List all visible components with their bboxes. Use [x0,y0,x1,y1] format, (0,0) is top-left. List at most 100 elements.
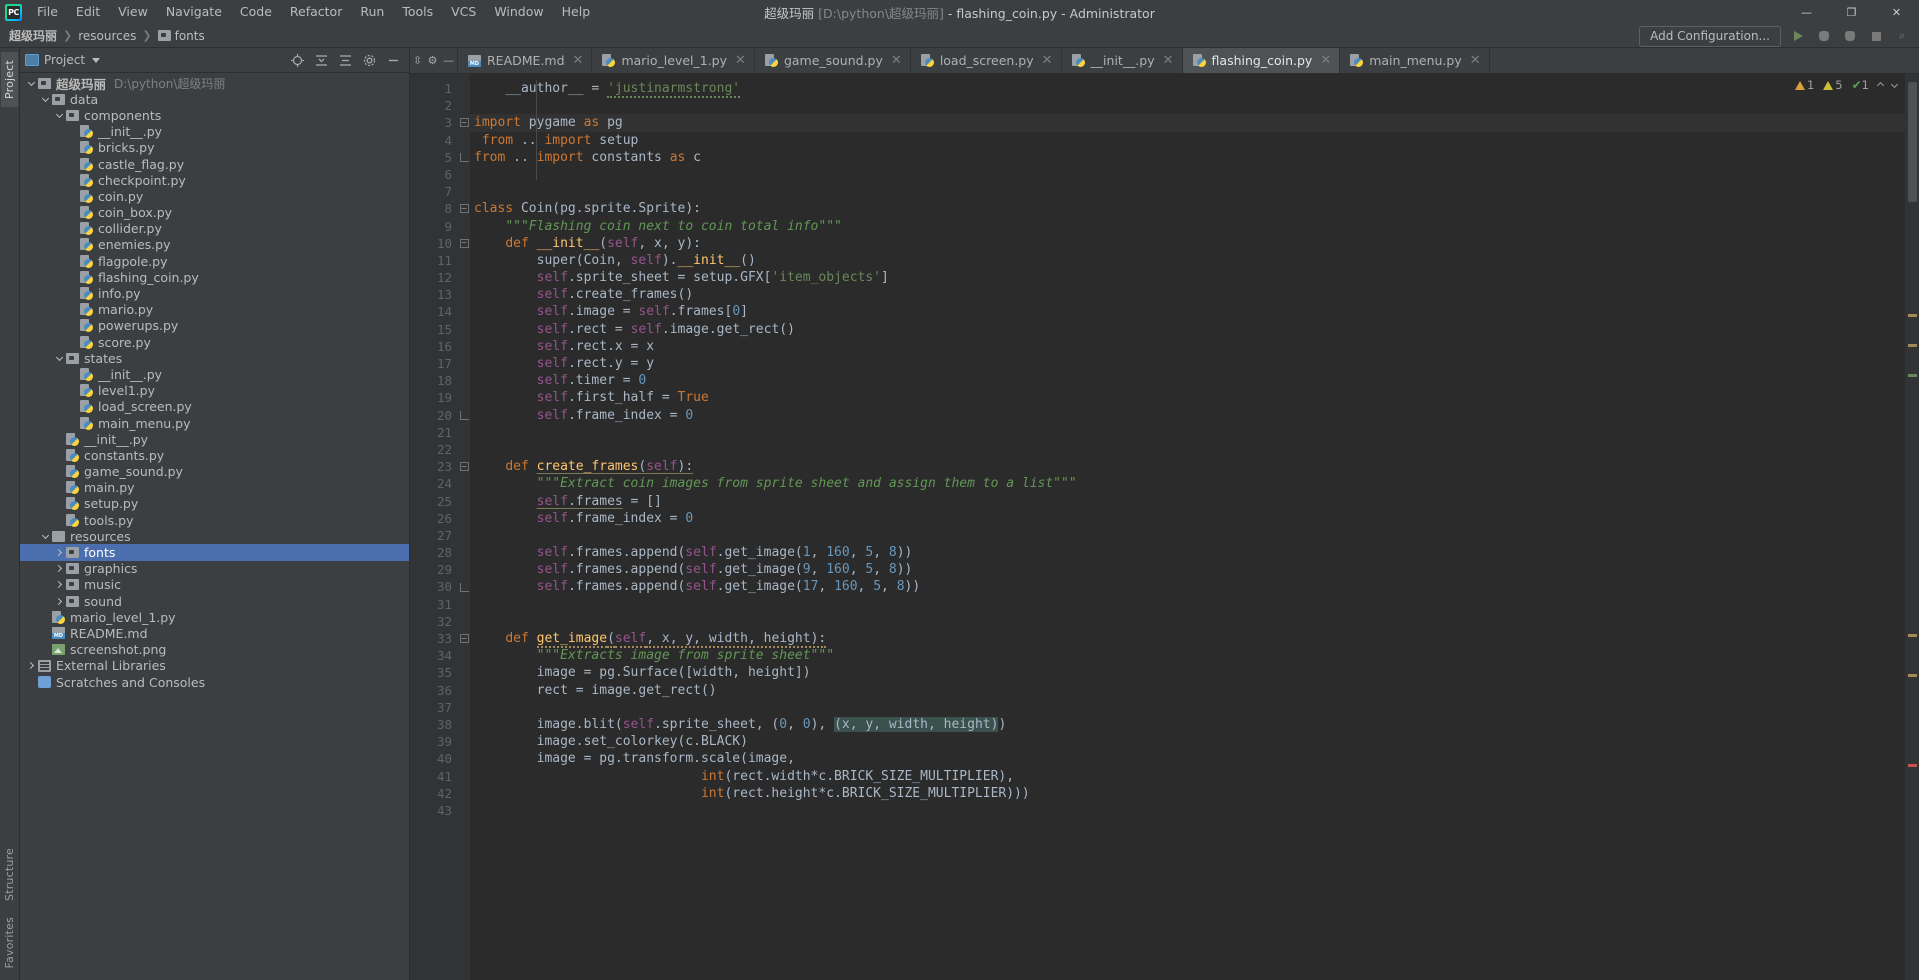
tree-item-data[interactable]: data [20,91,409,107]
tree-item-enemies-py[interactable]: enemies.py [20,237,409,253]
code-line[interactable]: self.rect.y = y [470,355,1905,372]
fold-marker[interactable]: − [458,630,470,647]
fold-collapse-icon[interactable]: − [459,634,469,644]
fold-collapse-icon[interactable]: − [459,204,469,214]
run-button[interactable] [1789,27,1807,45]
tree-expand-toggle[interactable] [26,78,37,87]
warning-marker[interactable] [1908,634,1917,637]
code-line[interactable]: from .. import setup [470,132,1905,149]
code-line[interactable]: self.first_half = True [470,389,1905,406]
editor-tab-load_screen-py[interactable]: load_screen.py ✕ [911,48,1062,73]
code-line[interactable]: self.frames.append(self.get_image(17, 16… [470,578,1905,595]
breadcrumb-item-project[interactable]: 超级玛丽 [6,26,60,45]
tree-expand-toggle[interactable] [54,581,65,589]
code-line[interactable] [470,613,1905,630]
chevron-up-icon[interactable] [1876,81,1885,89]
coverage-button[interactable] [1841,27,1859,45]
tree-item-load_screen-py[interactable]: load_screen.py [20,399,409,415]
editor-tab-readme-md[interactable]: README.md ✕ [458,48,593,73]
info-marker[interactable] [1908,374,1917,377]
tree-expand-toggle[interactable] [40,94,51,103]
code-line[interactable]: self.frames.append(self.get_image(1, 160… [470,544,1905,561]
editor-tab-flashing_coin-py[interactable]: flashing_coin.py ✕ [1182,48,1341,73]
code-line[interactable]: """Flashing coin next to coin total info… [470,218,1905,235]
fold-marker[interactable] [458,578,470,595]
tree-item-coin_box-py[interactable]: coin_box.py [20,205,409,221]
menu-item-run[interactable]: Run [351,1,393,23]
close-icon[interactable]: ✕ [1320,54,1331,67]
warning-marker[interactable] [1908,314,1917,317]
hide-panel-icon[interactable] [386,53,400,67]
code-line[interactable]: """Extract coin images from sprite sheet… [470,475,1905,492]
editor-tab-__init__-py[interactable]: __init__.py ✕ [1062,48,1183,73]
editor-tab-game_sound-py[interactable]: game_sound.py ✕ [755,48,911,73]
menu-item-window[interactable]: Window [485,1,552,23]
fold-collapse-icon[interactable]: − [459,462,469,472]
tree-item-components[interactable]: components [20,107,409,123]
chevron-down-icon[interactable] [1890,80,1899,88]
code-line[interactable]: self.frame_index = 0 [470,407,1905,424]
code-line[interactable]: image = pg.Surface([width, height]) [470,664,1905,681]
code-line[interactable]: from .. import constants as c [470,149,1905,166]
code-line[interactable]: super(Coin, self).__init__() [470,252,1905,269]
close-icon[interactable]: ✕ [573,54,584,67]
menu-item-view[interactable]: View [109,1,157,23]
tree-item-scratches-and-consoles[interactable]: Scratches and Consoles [20,674,409,690]
code-line[interactable] [470,183,1905,200]
add-configuration-button[interactable]: Add Configuration... [1639,25,1781,47]
tree-item-main_menu-py[interactable]: main_menu.py [20,415,409,431]
chevron-down-icon[interactable] [92,57,101,63]
tree-item-mario_level_1-py[interactable]: mario_level_1.py [20,609,409,625]
tree-item-level1-py[interactable]: level1.py [20,383,409,399]
locate-icon[interactable] [290,53,304,67]
tree-item-readme-md[interactable]: README.md [20,625,409,641]
warning-indicator[interactable]: 5 [1823,78,1843,92]
tree-item--[interactable]: 超级玛丽 D:\python\超级玛丽 [20,75,409,92]
menu-item-code[interactable]: Code [231,1,281,23]
code-line[interactable]: self.frame_index = 0 [470,510,1905,527]
tree-item-coin-py[interactable]: coin.py [20,188,409,204]
tree-item-resources[interactable]: resources [20,528,409,544]
tree-item-info-py[interactable]: info.py [20,285,409,301]
marker-scrollbar[interactable] [1905,74,1919,980]
code-line[interactable]: import pygame as pg [470,114,1905,132]
gear-icon[interactable] [362,53,376,67]
tree-item-bricks-py[interactable]: bricks.py [20,140,409,156]
scrollbar-thumb[interactable] [1908,82,1917,202]
tree-item-powerups-py[interactable]: powerups.py [20,318,409,334]
tree-item-music[interactable]: music [20,577,409,593]
code-content[interactable]: __author__ = 'justinarmstrong' import py… [470,74,1905,980]
code-line[interactable]: self.rect.x = x [470,338,1905,355]
tree-item-__init__-py[interactable]: __init__.py [20,366,409,382]
menu-item-refactor[interactable]: Refactor [281,1,351,23]
code-line[interactable] [470,699,1905,716]
expand-all-icon[interactable] [338,53,352,67]
tree-item-sound[interactable]: sound [20,593,409,609]
tree-expand-toggle[interactable] [40,531,51,540]
code-line[interactable]: """Extracts image from sprite sheet""" [470,647,1905,664]
close-icon[interactable]: ✕ [735,54,746,67]
tree-item-external-libraries[interactable]: External Libraries [20,658,409,674]
code-line[interactable] [470,97,1905,114]
fold-marker[interactable] [458,407,470,424]
code-line[interactable]: image.set_colorkey(c.BLACK) [470,733,1905,750]
editor-tab-mario_level_1-py[interactable]: mario_level_1.py ✕ [592,48,755,73]
warning-marker[interactable] [1908,674,1917,677]
stop-button[interactable] [1867,27,1885,45]
menu-item-navigate[interactable]: Navigate [157,1,231,23]
collapse-all-icon[interactable] [314,53,328,67]
code-line[interactable]: rect = image.get_rect() [470,682,1905,699]
code-line[interactable]: image.blit(self.sprite_sheet, (0, 0), (x… [470,716,1905,733]
tree-expand-toggle[interactable] [54,110,65,119]
project-tree[interactable]: 超级玛丽 D:\python\超级玛丽 data components __init__… [20,73,409,980]
fold-marker[interactable] [458,149,470,166]
tree-item-states[interactable]: states [20,350,409,366]
tree-item-screenshot-png[interactable]: screenshot.png [20,642,409,658]
tree-item-__init__-py[interactable]: __init__.py [20,431,409,447]
tree-item-constants-py[interactable]: constants.py [20,447,409,463]
tree-item-main-py[interactable]: main.py [20,480,409,496]
code-folding-column[interactable]: − − − − − [458,74,470,980]
fold-marker[interactable]: − [458,200,470,217]
fold-marker[interactable]: − [458,458,470,475]
tree-item-collider-py[interactable]: collider.py [20,221,409,237]
